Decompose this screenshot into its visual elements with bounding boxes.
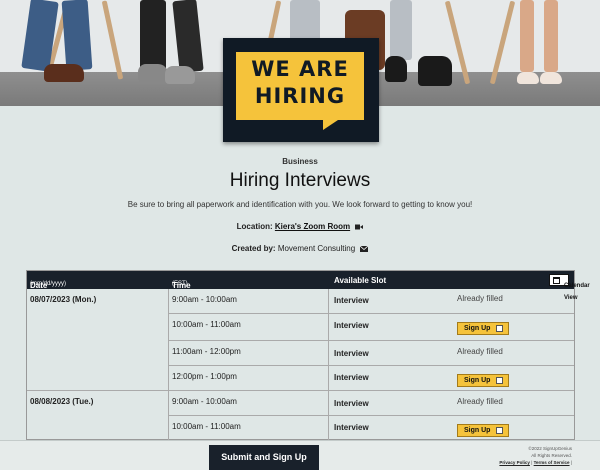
created-by-label: Created by: — [231, 244, 276, 253]
time-cell: 11:00am - 12:00pm — [169, 341, 329, 366]
location-label: Location: — [236, 222, 273, 231]
time-cell: 9:00am - 10:00am — [169, 391, 329, 416]
slot-cell: Interview Sign Up — [329, 416, 574, 441]
table-row: 10:00am - 11:00am Interview Sign Up — [27, 314, 574, 341]
slot-name: Interview — [334, 373, 369, 382]
slot-status-filled: Already filled — [457, 397, 503, 406]
email-icon[interactable] — [360, 245, 369, 252]
event-creator: Created by: Movement Consulting — [0, 244, 600, 253]
slot-name: Interview — [334, 321, 369, 330]
page-title: Hiring Interviews — [229, 170, 371, 191]
slot-cell: Interview Already filled — [329, 289, 574, 314]
sign-up-checkbox[interactable] — [496, 325, 503, 332]
submit-and-sign-up-button[interactable]: Submit and Sign Up — [209, 445, 319, 470]
table-header: Date (mm/dd/yyyy) Time (EST) Available S… — [27, 271, 590, 301]
slot-name: Interview — [334, 423, 369, 432]
footer-bar: Submit and Sign Up ©2022 SignUpGenius Al… — [0, 440, 600, 470]
terms-of-service-link[interactable]: Terms of Service — [534, 460, 570, 465]
slot-cell: Interview Sign Up — [329, 366, 574, 391]
table-row: 11:00am - 12:00pm Interview Already fill… — [27, 341, 574, 366]
slots-table: Date (mm/dd/yyyy) Time (EST) Available S… — [26, 270, 590, 441]
banner-text: WE ARE HIRING — [236, 56, 364, 110]
slot-name: Interview — [334, 349, 369, 358]
calendar-view-button[interactable]: Calendar View — [549, 274, 590, 301]
sign-up-label: Sign Up — [464, 427, 491, 434]
footer-separator: | — [570, 460, 572, 465]
slot-cell: Interview Already filled — [329, 341, 574, 366]
slot-cell: Interview Sign Up — [329, 314, 574, 341]
hiring-banner: WE ARE HIRING — [223, 38, 379, 142]
time-cell: 9:00am - 10:00am — [169, 289, 329, 314]
location-link[interactable]: Kiera's Zoom Room — [275, 222, 350, 231]
banner-line-1: WE ARE — [251, 57, 349, 81]
video-camera-icon — [355, 224, 364, 230]
slot-name: Interview — [334, 296, 369, 305]
sign-up-label: Sign Up — [464, 325, 491, 332]
banner-line-2: HIRING — [254, 84, 346, 108]
slot-cell: Interview Already filled — [329, 391, 574, 416]
event-category: Business — [282, 157, 318, 166]
sign-up-checkbox[interactable] — [496, 377, 503, 384]
banner-bubble-tail — [323, 118, 341, 130]
slot-status-filled: Already filled — [457, 347, 503, 356]
creator-name: Movement Consulting — [277, 244, 356, 253]
time-cell: 10:00am - 11:00am — [169, 314, 329, 341]
sign-up-button[interactable]: Sign Up — [457, 374, 509, 387]
event-location: Location: Kiera's Zoom Room — [0, 222, 600, 231]
table-row: 10:00am - 11:00am Interview Sign Up — [27, 416, 574, 441]
footer-legal: ©2022 SignUpGenius All Rights Reserved. … — [499, 445, 572, 466]
slot-status-filled: Already filled — [457, 294, 503, 303]
calendar-icon — [553, 277, 560, 284]
time-cell: 10:00am - 11:00am — [169, 416, 329, 441]
table-row: 9:00am - 10:00am Interview Already fille… — [27, 289, 574, 314]
sign-up-label: Sign Up — [464, 377, 491, 384]
table-row: 9:00am - 10:00am Interview Already fille… — [27, 391, 574, 416]
table-row: 12:00pm - 1:00pm Interview Sign Up — [27, 366, 574, 391]
column-slot: Available Slot — [334, 276, 387, 285]
slot-name: Interview — [334, 399, 369, 408]
privacy-policy-link[interactable]: Privacy Policy — [499, 460, 530, 465]
sign-up-button[interactable]: Sign Up — [457, 424, 509, 437]
event-description: Be sure to bring all paperwork and ident… — [127, 200, 473, 209]
footer-separator: | — [531, 460, 533, 465]
sign-up-checkbox[interactable] — [496, 427, 503, 434]
time-cell: 12:00pm - 1:00pm — [169, 366, 329, 391]
sign-up-button[interactable]: Sign Up — [457, 322, 509, 335]
rights-text: All Rights Reserved. — [531, 453, 572, 458]
copyright-text: ©2022 SignUpGenius — [528, 446, 572, 451]
